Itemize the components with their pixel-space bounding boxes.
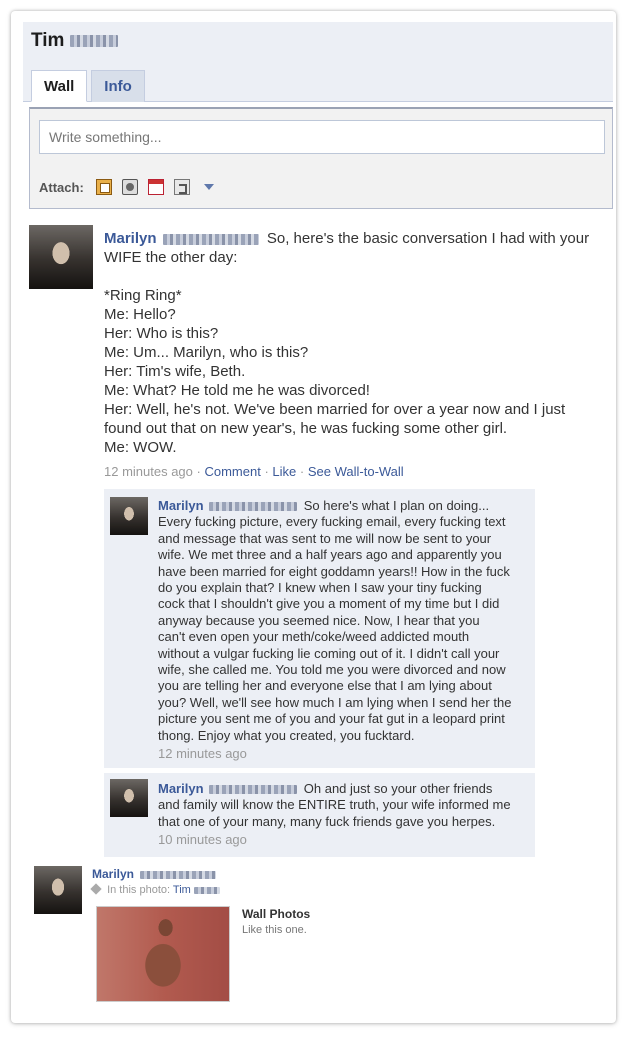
comment-text-line: have been married for eight goddamn year… bbox=[158, 563, 510, 579]
redacted-surname bbox=[209, 785, 298, 795]
comment-author[interactable]: Marilyn bbox=[158, 781, 204, 796]
comment-text-line: So here's what I plan on doing... bbox=[303, 498, 490, 513]
comment-body: Marilyn So here's what I plan on doing..… bbox=[158, 498, 530, 763]
comment-text-line: Every fucking picture, every fucking ema… bbox=[158, 514, 506, 530]
photo-post-author-line: Marilyn bbox=[92, 866, 392, 882]
comment-text-line: cock that I shouldn't give you a moment … bbox=[158, 596, 500, 612]
redacted-surname bbox=[70, 35, 119, 47]
post-text-line: Me: WOW. bbox=[104, 439, 177, 456]
comment-text-line: thong. Enjoy what you created, you fuckt… bbox=[158, 727, 415, 743]
photo-post-header: Marilyn In this photo: Tim bbox=[90, 866, 392, 898]
post-text-line: Her: Tim's wife, Beth. bbox=[104, 363, 246, 380]
attach-label: Attach: bbox=[39, 179, 84, 195]
photo-caption: Like this one. bbox=[242, 924, 307, 936]
tagged-person[interactable]: Tim bbox=[173, 884, 191, 896]
video-icon[interactable] bbox=[121, 179, 138, 195]
tag-icon bbox=[90, 883, 102, 895]
comment-text-line: wife, she called me. You told me you wer… bbox=[158, 662, 506, 678]
wall-composer: Write something... Attach: bbox=[29, 107, 613, 209]
post-author[interactable]: Marilyn bbox=[104, 230, 157, 247]
wall-post: Marilyn So, here's the basic conversatio… bbox=[104, 229, 604, 481]
profile-tabs: Wall Info bbox=[31, 70, 145, 102]
post-timestamp: 12 minutes ago bbox=[104, 464, 193, 479]
comment: Marilyn So here's what I plan on doing..… bbox=[104, 489, 535, 769]
comment-timestamp: 10 minutes ago bbox=[158, 832, 247, 848]
post-text-line: Me: Hello? bbox=[104, 306, 176, 323]
comment-text-line: that one of your many, many fuck friends… bbox=[158, 813, 496, 829]
avatar[interactable] bbox=[34, 866, 82, 914]
comment: Marilyn Oh and just so your other friend… bbox=[104, 773, 535, 858]
post-text-line: Her: Well, he's not. We've been married … bbox=[104, 401, 566, 418]
comment-text-line: can't even open your meth/coke/weed addi… bbox=[158, 629, 470, 645]
comment-first-line: Marilyn Oh and just so your other friend… bbox=[158, 781, 530, 797]
profile-first-name: Tim bbox=[31, 30, 65, 51]
post-text-line: WIFE the other day: bbox=[104, 249, 238, 266]
redacted-surname bbox=[162, 233, 259, 245]
avatar[interactable] bbox=[110, 497, 148, 535]
post-meta: 12 minutes ago · Comment · Like · See Wa… bbox=[104, 464, 404, 479]
tab-wall[interactable]: Wall bbox=[31, 70, 88, 102]
album-title[interactable]: Wall Photos bbox=[242, 906, 310, 922]
post-text-line: So, here's the basic conversation I had … bbox=[266, 230, 590, 247]
comment-text-line: wife. We met three and a half years ago … bbox=[158, 547, 502, 563]
comment-text-line: without a vulgar fucking lie coming out … bbox=[158, 645, 500, 661]
link-icon[interactable] bbox=[173, 179, 190, 195]
comment-text-line: and family will know the ENTIRE truth, y… bbox=[158, 797, 511, 813]
write-something-input[interactable]: Write something... bbox=[39, 120, 605, 154]
more-attachments-icon[interactable] bbox=[203, 184, 214, 190]
comment-text-line: Oh and just so your other friends bbox=[303, 781, 493, 796]
comment-text-line: do you explain that? I knew when I saw y… bbox=[158, 580, 482, 596]
comment-text-line: picture you sent me of you and your fat … bbox=[158, 711, 505, 727]
like-link[interactable]: Like bbox=[272, 464, 296, 479]
comment-body: Marilyn Oh and just so your other friend… bbox=[158, 781, 530, 849]
post-text-line: Me: What? He told me he was divorced! bbox=[104, 382, 370, 399]
post-text-line: found out that on new year's, he was fuc… bbox=[104, 420, 508, 437]
comment-link[interactable]: Comment bbox=[204, 464, 260, 479]
profile-name: Tim bbox=[31, 30, 119, 52]
comment-text-line: you? Well, we'll see how much I am lying… bbox=[158, 694, 512, 710]
tagged-line: In this photo: Tim bbox=[90, 882, 392, 898]
photo-post-author[interactable]: Marilyn bbox=[92, 867, 134, 881]
redacted-surname bbox=[209, 502, 298, 512]
photo-icon[interactable] bbox=[95, 179, 112, 195]
profile-header: Tim Wall Info bbox=[23, 22, 613, 102]
comment-first-line: Marilyn So here's what I plan on doing..… bbox=[158, 498, 530, 514]
post-text-line: *Ring Ring* bbox=[104, 287, 182, 304]
in-photo-label: In this photo: bbox=[107, 884, 171, 896]
avatar[interactable] bbox=[110, 779, 148, 817]
comment-text-line: anyway because you seemed nice. Now, I h… bbox=[158, 612, 480, 628]
event-icon[interactable] bbox=[147, 179, 164, 195]
comment-text-line: you are telling her and everyone else th… bbox=[158, 678, 492, 694]
wall-to-wall-link[interactable]: See Wall-to-Wall bbox=[308, 464, 404, 479]
comment-timestamp: 12 minutes ago bbox=[158, 746, 247, 762]
comment-text-line: and message that was sent to me will now… bbox=[158, 530, 492, 546]
attach-bar: Attach: bbox=[39, 179, 214, 195]
tab-info[interactable]: Info bbox=[91, 70, 145, 102]
avatar[interactable] bbox=[29, 225, 93, 289]
photo-details: Wall Photos Like this one. bbox=[242, 906, 310, 938]
wall-photo[interactable] bbox=[96, 906, 230, 1002]
comment-author[interactable]: Marilyn bbox=[158, 498, 204, 513]
post-text-line: Her: Who is this? bbox=[104, 325, 219, 342]
post-first-line: Marilyn So, here's the basic conversatio… bbox=[104, 229, 604, 248]
redacted-surname bbox=[140, 870, 217, 879]
post-text-line: Me: Um... Marilyn, who is this? bbox=[104, 344, 309, 361]
redacted-surname bbox=[193, 886, 220, 894]
